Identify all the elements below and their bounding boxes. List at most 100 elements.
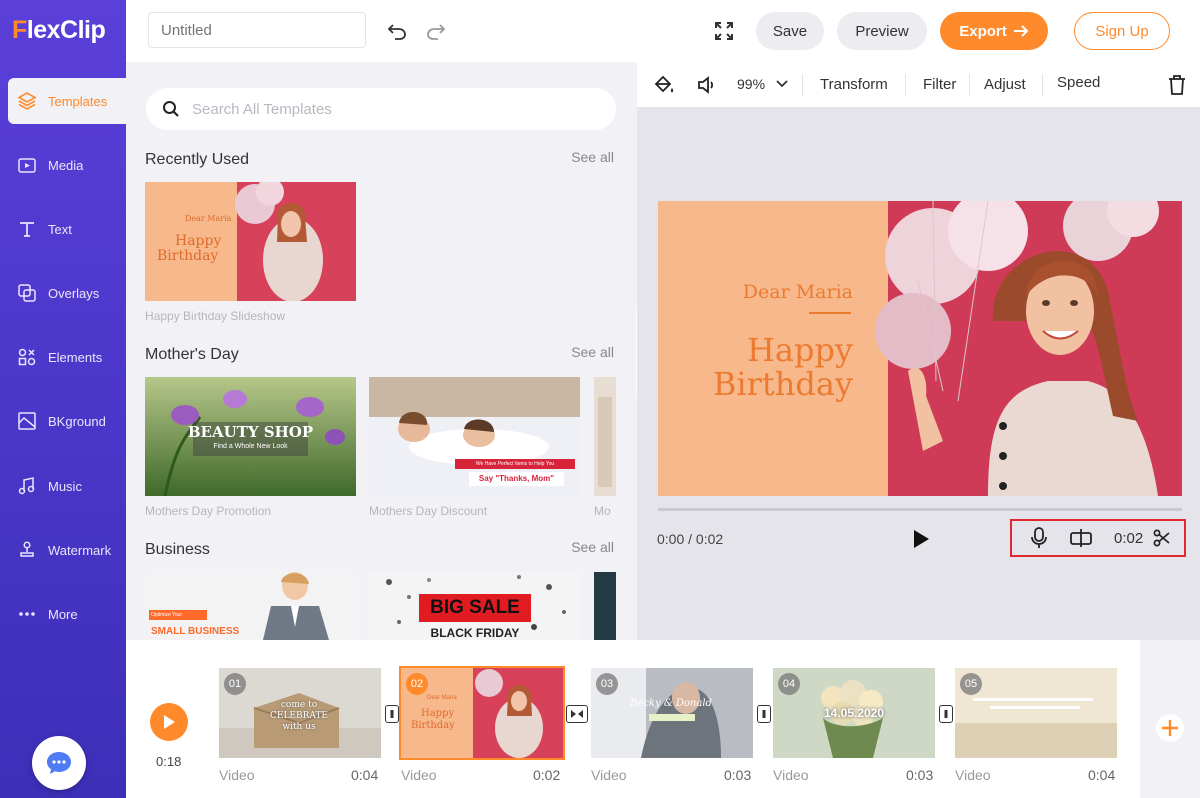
zoom-select[interactable]: 99% xyxy=(737,76,789,92)
thumb-text-black-friday: BLACK FRIDAY xyxy=(430,626,520,640)
chat-icon xyxy=(47,752,71,774)
record-voiceover-button[interactable] xyxy=(1024,523,1054,553)
transform-button[interactable]: Transform xyxy=(820,76,888,93)
fullscreen-button[interactable] xyxy=(709,16,739,46)
volume-icon xyxy=(698,76,714,94)
export-label: Export xyxy=(959,22,1007,40)
template-thumb-partial[interactable] xyxy=(594,572,616,640)
template-caption: Mothers Day Promotion xyxy=(145,504,272,518)
sidebar-item-more[interactable]: More xyxy=(8,591,126,637)
export-button[interactable]: Export xyxy=(940,12,1048,50)
undo-icon xyxy=(387,24,406,40)
see-all-recently-used[interactable]: See all xyxy=(571,149,614,165)
timeline-clip-02[interactable]: 02 Dear Maria Happy Birthday xyxy=(399,666,565,760)
template-thumb-big-sale[interactable]: BIG SALE BLACK FRIDAY xyxy=(369,572,580,640)
adjust-button[interactable]: Adjust xyxy=(984,76,1026,93)
sidebar-item-elements[interactable]: Elements xyxy=(8,334,126,380)
timeline-play-button[interactable] xyxy=(150,703,188,741)
sidebar-item-music[interactable]: Music xyxy=(8,463,126,509)
sidebar-item-label: Elements xyxy=(48,349,103,365)
timeline-clip-04[interactable]: 04 14.05.2020 xyxy=(773,668,935,758)
see-all-mothers-day[interactable]: See all xyxy=(571,344,614,360)
transition-button[interactable] xyxy=(757,705,771,723)
template-thumb-thanks-mom[interactable]: We Have Perfect Items to Help You Say "T… xyxy=(369,377,580,496)
clip-number: 04 xyxy=(778,673,800,695)
preview-button[interactable]: Preview xyxy=(837,12,927,50)
transition-button[interactable] xyxy=(566,705,588,723)
template-thumb-beauty-shop[interactable]: BEAUTY SHOP Find a Whole New Look xyxy=(145,377,356,496)
section-title-business: Business xyxy=(145,541,210,558)
thumbnail-image xyxy=(594,377,616,496)
delete-button[interactable] xyxy=(1162,70,1192,100)
split-icon xyxy=(1070,529,1092,547)
split-clip-button[interactable] xyxy=(1066,523,1096,553)
clip-duration: 0:04 xyxy=(1088,767,1116,783)
undo-button[interactable] xyxy=(382,16,412,46)
template-thumb-happy-birthday[interactable]: Dear Maria Happy Birthday xyxy=(145,182,356,301)
sidebar-item-label: More xyxy=(48,606,78,622)
clip-text: Dear Maria xyxy=(427,695,457,701)
sign-up-button[interactable]: Sign Up xyxy=(1074,12,1170,50)
background-icon xyxy=(16,410,38,432)
sidebar: FlexClip Templates Media Text Overlays E… xyxy=(0,0,126,798)
filter-button[interactable]: Filter xyxy=(923,76,956,93)
music-icon xyxy=(16,475,38,497)
see-all-business[interactable]: See all xyxy=(571,539,614,555)
sidebar-item-media[interactable]: Media xyxy=(8,142,126,188)
sidebar-item-overlays[interactable]: Overlays xyxy=(8,270,126,316)
transition-button[interactable] xyxy=(939,705,953,723)
clip-label: Video xyxy=(591,767,627,783)
app-logo[interactable]: FlexClip xyxy=(12,16,106,45)
chevron-down-icon xyxy=(776,80,788,88)
overlays-icon xyxy=(16,282,38,304)
sidebar-item-text[interactable]: Text xyxy=(8,206,126,252)
speed-button[interactable]: Speed xyxy=(1057,74,1100,91)
timeline-clip-01[interactable]: 01 come to CELEBRATE with us xyxy=(219,668,381,758)
canvas-text-dear-maria[interactable]: Dear Maria xyxy=(658,281,853,303)
add-clip-button[interactable] xyxy=(1156,714,1184,742)
fill-color-button[interactable] xyxy=(649,70,679,100)
template-caption: Mo xyxy=(594,504,611,518)
thumb-text-birthday: Birthday xyxy=(157,248,219,264)
thumb-text-dear-maria: Dear Maria xyxy=(185,214,232,223)
clip-text: 14.05.2020 xyxy=(823,706,885,720)
thumb-text-optimize: Optimize Your xyxy=(151,612,183,618)
project-title-input[interactable] xyxy=(148,12,366,48)
total-duration: 0:18 xyxy=(156,754,182,769)
thumb-text-big-sale: BIG SALE xyxy=(430,597,520,618)
thumb-text-happy: Happy xyxy=(175,233,222,249)
video-canvas[interactable]: Dear Maria Happy Birthday xyxy=(658,201,1182,496)
clip-text: Birthday xyxy=(411,720,455,731)
sidebar-item-label: Music xyxy=(48,478,82,494)
volume-button[interactable] xyxy=(692,70,722,100)
clip-text: Becky & Donald xyxy=(630,698,712,709)
clip-duration: 0:02 xyxy=(533,767,561,783)
sidebar-item-watermark[interactable]: Watermark xyxy=(8,527,126,573)
trim-clip-button[interactable] xyxy=(1147,523,1177,553)
clip-text: come to CELEBRATE with us xyxy=(270,700,328,732)
section-title-mothers-day: Mother's Day xyxy=(145,346,239,363)
sidebar-item-bkground[interactable]: BKground xyxy=(8,398,126,444)
playback-progress-bar[interactable] xyxy=(658,508,1182,511)
save-button[interactable]: Save xyxy=(756,12,824,50)
canvas-text-happy[interactable]: Happy xyxy=(658,333,853,367)
play-icon xyxy=(164,715,175,729)
template-thumb-small-business[interactable]: Optimize Your SMALL BUSINESS xyxy=(145,572,356,640)
clip-number: 01 xyxy=(224,673,246,695)
toolbar-divider xyxy=(802,74,803,96)
sidebar-item-templates[interactable]: Templates xyxy=(8,78,126,124)
search-templates-input[interactable]: Search All Templates xyxy=(146,88,616,130)
more-icon xyxy=(16,603,38,625)
play-button[interactable] xyxy=(910,528,932,555)
timeline-clip-05[interactable]: 05 xyxy=(955,668,1117,758)
section-title-recently-used: Recently Used xyxy=(145,151,250,168)
transition-icon xyxy=(944,710,948,718)
clip-label: Video xyxy=(401,767,437,783)
sidebar-item-label: BKground xyxy=(48,413,106,429)
transition-button[interactable] xyxy=(385,705,399,723)
canvas-text-birthday[interactable]: Birthday xyxy=(658,367,853,401)
timeline-clip-03[interactable]: 03 Becky & Donald xyxy=(591,668,753,758)
template-thumb-partial[interactable] xyxy=(594,377,616,496)
chat-button[interactable] xyxy=(32,736,86,790)
redo-button[interactable] xyxy=(421,16,451,46)
